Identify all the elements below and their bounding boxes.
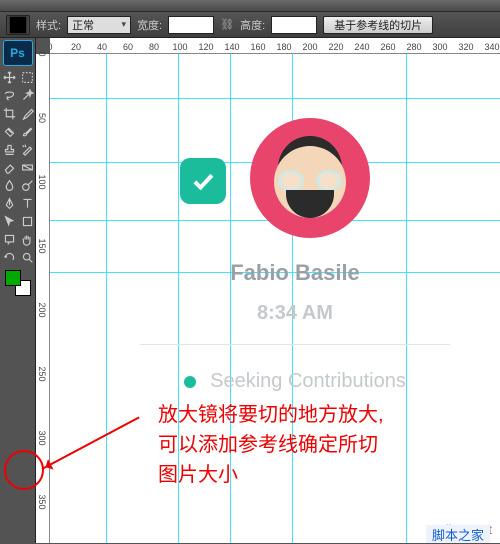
link-icon[interactable]: ⛓ <box>220 18 234 31</box>
ruler-tick: 280 <box>406 42 421 52</box>
ruler-tick: 180 <box>276 42 291 52</box>
ruler-tick: 100 <box>37 174 47 189</box>
stamp-tool[interactable] <box>0 140 18 158</box>
heal-tool[interactable] <box>0 122 18 140</box>
notes-tool[interactable] <box>0 230 18 248</box>
gradient-tool[interactable] <box>18 158 36 176</box>
ruler-tick: 220 <box>328 42 343 52</box>
lasso-tool[interactable] <box>0 86 18 104</box>
ruler-horizontal[interactable]: 0 20 40 60 80 100 120 140 160 180 200 220 240 260 280 3… <box>50 38 500 54</box>
menu-bar <box>0 0 500 12</box>
current-tool-icon[interactable] <box>6 15 30 35</box>
ruler-tick: 140 <box>224 42 239 52</box>
tool-grid <box>0 68 35 266</box>
chevron-down-icon: ▾ <box>122 19 127 30</box>
ruler-tick: 300 <box>37 430 47 445</box>
avatar <box>250 118 370 238</box>
path-select-tool[interactable] <box>0 212 18 230</box>
ruler-tick: 40 <box>97 42 107 52</box>
time-label: 8:34 AM <box>100 302 490 325</box>
ruler-tick: 150 <box>37 238 47 253</box>
ruler-tick: 320 <box>458 42 473 52</box>
ruler-tick: 100 <box>172 42 187 52</box>
annotation-line-2: 可以添加参考线确定所切 <box>158 430 458 460</box>
height-label: 高度: <box>240 17 265 33</box>
eyedropper-tool[interactable] <box>18 104 36 122</box>
check-icon <box>190 168 216 194</box>
user-name: Fabio Basile <box>100 260 490 286</box>
style-label: 样式: <box>36 17 61 33</box>
type-tool[interactable] <box>18 194 36 212</box>
height-field[interactable] <box>271 16 317 34</box>
style-select[interactable]: 正常 ▾ <box>67 16 131 34</box>
ruler-tick: 0 <box>50 42 53 52</box>
color-swatches[interactable] <box>5 270 31 296</box>
options-bar: 样式: 正常 ▾ 宽度: ⛓ 高度: 基于参考线的切片 <box>0 12 500 38</box>
divider <box>140 344 450 345</box>
hand-tool[interactable] <box>18 230 36 248</box>
width-label: 宽度: <box>137 17 162 33</box>
ruler-tick: 240 <box>354 42 369 52</box>
ruler-tick: 160 <box>250 42 265 52</box>
annotation-text: 放大镜将要切的地方放大, 可以添加参考线确定所切 图片大小 <box>158 400 458 490</box>
status-row: Seeking Contributions <box>100 370 490 393</box>
crop-tool[interactable] <box>0 104 18 122</box>
ruler-tick: 340 <box>484 42 499 52</box>
annotation-line-3: 图片大小 <box>158 460 458 490</box>
ruler-tick: 20 <box>71 42 81 52</box>
move-tool[interactable] <box>0 68 18 86</box>
annotation-line-1: 放大镜将要切的地方放大, <box>158 400 458 430</box>
wand-tool[interactable] <box>18 86 36 104</box>
footer-link[interactable]: 脚本之家 <box>426 525 490 543</box>
check-badge <box>180 158 226 204</box>
app-badge: Ps <box>3 40 33 66</box>
brush-tool[interactable] <box>18 122 36 140</box>
glasses-icon <box>278 170 342 192</box>
status-text: Seeking Contributions <box>210 370 406 392</box>
dodge-tool[interactable] <box>18 176 36 194</box>
style-value: 正常 <box>72 17 94 33</box>
marquee-tool[interactable] <box>18 68 36 86</box>
pen-tool[interactable] <box>0 194 18 212</box>
ruler-tick: 200 <box>302 42 317 52</box>
toolbox: Ps <box>0 38 36 543</box>
ruler-tick: 200 <box>37 302 47 317</box>
eraser-tool[interactable] <box>0 158 18 176</box>
ruler-tick: 350 <box>37 494 47 509</box>
status-dot-icon <box>184 376 196 388</box>
ruler-tick: 260 <box>380 42 395 52</box>
ruler-tick: 50 <box>37 113 47 123</box>
width-field[interactable] <box>168 16 214 34</box>
ruler-tick: 250 <box>37 366 47 381</box>
ruler-tick: 300 <box>432 42 447 52</box>
ruler-tick: 120 <box>198 42 213 52</box>
zoom-tool[interactable] <box>18 248 36 266</box>
shape-tool[interactable] <box>18 212 36 230</box>
blur-tool[interactable] <box>0 176 18 194</box>
foreground-color-swatch[interactable] <box>5 270 21 286</box>
ruler-tick: 60 <box>123 42 133 52</box>
ruler-tick: 80 <box>149 42 159 52</box>
slice-from-guides-button[interactable]: 基于参考线的切片 <box>323 16 433 34</box>
ruler-tick: 0 <box>37 51 47 56</box>
rotate-view-tool[interactable] <box>0 248 18 266</box>
history-brush-tool[interactable] <box>18 140 36 158</box>
